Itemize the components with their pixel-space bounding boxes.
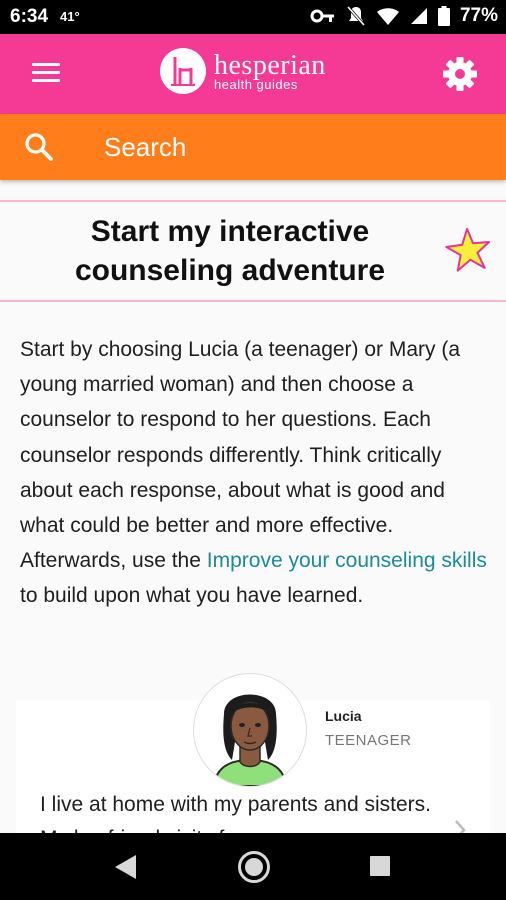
lucia-avatar[interactable] (193, 673, 307, 787)
back-icon[interactable] (112, 853, 138, 881)
character-name: Lucia (325, 708, 362, 724)
battery-level: 77% (459, 5, 498, 26)
wifi-icon (376, 8, 399, 25)
title-card: Start my interactive counseling adventur… (0, 200, 506, 302)
status-icons: 77% (310, 5, 498, 27)
intro-text-end: to build upon what you have learned. (20, 584, 364, 608)
mute-icon (346, 6, 366, 26)
search-bar[interactable]: Search (0, 114, 506, 180)
signal-icon (410, 8, 427, 24)
page-title-line-1: Start my interactive (90, 215, 370, 248)
search-input[interactable]: Search (104, 132, 186, 163)
intro-paragraph: Start by choosing Lucia (a teenager) or … (20, 332, 490, 614)
status-temperature: 41° (60, 9, 80, 24)
app-bar: hesperian health guides (0, 34, 506, 114)
improve-skills-link[interactable]: Improve your counseling skills (207, 549, 487, 572)
hesperian-logo: hesperian health guides (160, 48, 326, 94)
battery-icon (437, 6, 450, 26)
page-title-line-2: counseling adventure (74, 254, 386, 287)
star-icon[interactable] (444, 226, 492, 274)
settings-icon[interactable] (440, 54, 480, 94)
menu-icon[interactable] (28, 58, 64, 90)
page-title: Start my interactive counseling adventur… (40, 212, 420, 290)
logo-mark-icon (160, 48, 206, 94)
status-bar: 6:34 41° 77% (0, 0, 506, 34)
key-icon (310, 9, 334, 23)
search-icon[interactable] (24, 132, 54, 162)
home-icon[interactable] (237, 850, 271, 884)
status-time: 6:34 (10, 6, 49, 27)
intro-text-start: Start by choosing Lucia (a teenager) or … (20, 338, 461, 573)
logo-name: hesperian (214, 49, 326, 81)
navigation-bar (0, 833, 506, 900)
recent-apps-icon[interactable] (369, 855, 391, 877)
character-role: TEENAGER (325, 732, 412, 749)
